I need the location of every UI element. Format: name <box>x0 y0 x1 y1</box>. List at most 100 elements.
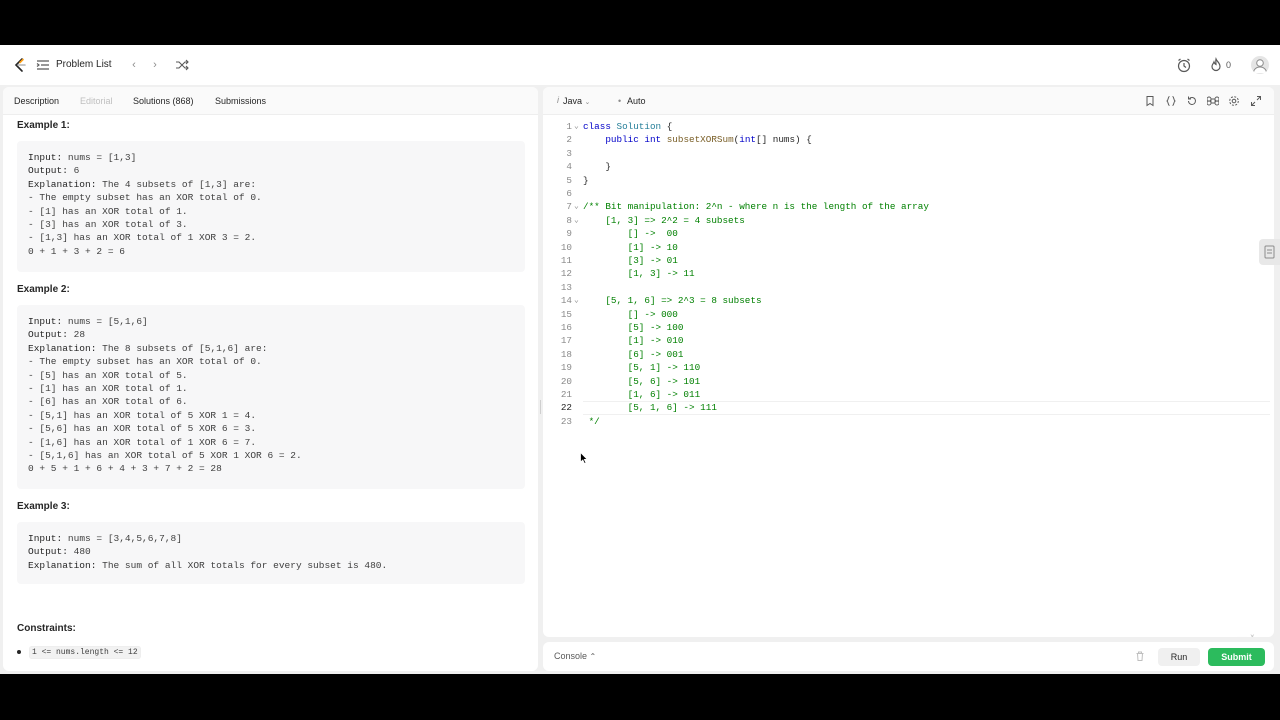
code-line[interactable]: 5} <box>543 174 1274 187</box>
code-line[interactable]: 10 [1] -> 10 <box>543 241 1274 254</box>
line-number: 2 <box>566 134 572 146</box>
code-text: class Solution { <box>583 120 672 133</box>
example-line: Input: nums = [5,1,6] <box>28 315 514 328</box>
code-line[interactable]: 7 ⌄ /** Bit manipulation: 2^n - where n is… <box>543 200 1274 213</box>
problem-list-label[interactable]: Problem List <box>56 59 112 70</box>
shortcuts-icon[interactable] <box>1207 95 1219 107</box>
code-line[interactable]: 23 */ <box>543 415 1274 428</box>
close-icon[interactable]: × <box>1250 632 1255 637</box>
description-panel: Description Editorial Solutions (868) Su… <box>3 87 538 671</box>
code-line[interactable]: 18 [6] -> 001 <box>543 348 1274 361</box>
line-number: 16 <box>560 322 572 333</box>
example-2-lines: Input: nums = [5,1,6] Output: 28 Explanati… <box>28 315 514 476</box>
code-editor-panel: i Java ⌄ • Auto 1 ⌄ class Solution {2 publ… <box>543 87 1274 637</box>
code-line[interactable]: 15 [] -> 000 <box>543 308 1274 321</box>
tab-submissions[interactable]: Submissions <box>215 96 266 106</box>
example-1-title: Example 1: <box>17 120 70 131</box>
example-line-value: - [5,6] has an XOR total of 5 XOR 6 = 3. <box>28 423 257 435</box>
code-token: [1, 3] => 2^2 = 4 subsets <box>583 214 745 226</box>
code-line[interactable]: 14 ⌄ [5, 1, 6] => 2^3 = 8 subsets <box>543 294 1274 307</box>
line-number: 8 <box>566 214 572 226</box>
code-line[interactable]: 21 [1, 6] -> 011 <box>543 388 1274 401</box>
line-number: 10 <box>560 241 572 253</box>
trash-icon[interactable] <box>1134 650 1146 662</box>
code-text: [5, 1, 6] => 2^3 = 8 subsets <box>583 294 762 307</box>
code-text: */ <box>583 415 600 428</box>
example-line-value: 480 <box>67 546 91 558</box>
example-line-key: Output: <box>28 165 68 177</box>
code-token: { <box>661 121 673 132</box>
constraints-title: Constraints: <box>17 623 76 634</box>
example-line: Explanation: The 8 subsets of [5,1,6] ar… <box>28 342 514 355</box>
code-line[interactable]: 6 <box>543 187 1274 200</box>
code-line[interactable]: 16 [5] -> 100 <box>543 321 1274 334</box>
fold-chevron-icon[interactable]: ⌄ <box>574 214 579 227</box>
example-line: - The empty subset has an XOR total of 0… <box>28 191 514 204</box>
code-token: [5, 1, 6] => 2^3 = 8 subsets <box>583 295 762 307</box>
code-token: } <box>583 161 611 173</box>
code-text: [1] -> 010 <box>583 334 684 347</box>
tab-description[interactable]: Description <box>14 96 59 106</box>
tab-solutions[interactable]: Solutions (868) <box>133 96 194 106</box>
example-line-value: - [6] has an XOR total of 6. <box>28 396 188 408</box>
code-token: [5] -> 100 <box>583 322 684 333</box>
code-text: [5, 1, 6] -> 111 <box>583 401 717 414</box>
example-line-value: - [3] has an XOR total of 3. <box>28 219 188 231</box>
alarm-clock-icon[interactable] <box>1176 57 1192 73</box>
line-number: 3 <box>566 147 572 159</box>
shuffle-icon[interactable] <box>175 58 189 72</box>
code-line[interactable]: 2 public int subsetXORSum(int[] nums) { <box>543 133 1274 146</box>
chevron-left-icon[interactable]: ‹ <box>127 56 141 74</box>
problem-list-icon[interactable] <box>36 58 50 72</box>
bookmark-icon[interactable] <box>1144 95 1156 107</box>
code-token: [] -> 000 <box>583 308 678 320</box>
format-braces-icon[interactable] <box>1165 95 1177 107</box>
chevron-right-icon[interactable]: › <box>148 56 162 74</box>
fold-chevron-icon[interactable]: ⌄ <box>574 294 579 307</box>
code-line[interactable]: 22 [5, 1, 6] -> 111 <box>543 401 1274 415</box>
submit-button[interactable]: Submit <box>1208 648 1265 666</box>
code-line[interactable]: 4 } <box>543 160 1274 173</box>
code-line[interactable]: 13 <box>543 281 1274 294</box>
fullscreen-icon[interactable] <box>1250 95 1262 107</box>
side-note-tab[interactable] <box>1259 239 1280 265</box>
language-select[interactable]: Java ⌄ <box>563 96 590 106</box>
code-line[interactable]: 11 [3] -> 01 <box>543 254 1274 267</box>
reset-icon[interactable] <box>1186 95 1198 107</box>
example-line: Explanation: The 4 subsets of [1,3] are: <box>28 178 514 191</box>
avatar[interactable] <box>1251 56 1269 74</box>
example-line: - [3] has an XOR total of 3. <box>28 218 514 231</box>
code-line[interactable]: 3 <box>543 147 1274 160</box>
code-line[interactable]: 20 [5, 6] -> 101 <box>543 375 1274 388</box>
code-token: [1] -> 010 <box>583 335 684 347</box>
console-label: Console <box>554 651 588 661</box>
tab-editorial[interactable]: Editorial <box>80 96 113 106</box>
mouse-cursor-icon <box>580 452 588 464</box>
top-nav: Problem List ‹ › 0 <box>0 45 1280 85</box>
example-line-key: Explanation: <box>28 178 97 190</box>
code-line[interactable]: 19 [5, 1] -> 110 <box>543 361 1274 374</box>
settings-gear-icon[interactable] <box>1228 95 1240 107</box>
auto-mode-label[interactable]: Auto <box>627 96 646 106</box>
fold-chevron-icon[interactable]: ⌄ <box>574 200 579 213</box>
code-line[interactable]: 8 ⌄ [1, 3] => 2^2 = 4 subsets <box>543 214 1274 227</box>
example-line-value: The 8 subsets of [5,1,6] are: <box>96 342 268 354</box>
lock-icon: • <box>618 96 622 106</box>
run-button[interactable]: Run <box>1158 648 1200 666</box>
code-line[interactable]: 1 ⌄ class Solution { <box>543 120 1274 133</box>
fold-chevron-icon[interactable]: ⌄ <box>574 120 579 133</box>
editor-toolbar: i Java ⌄ • Auto <box>543 87 1274 115</box>
code-icon: i <box>557 95 559 105</box>
panel-resize-handle[interactable] <box>539 400 542 414</box>
code-text: } <box>583 160 611 173</box>
example-line-key: Output: <box>28 546 68 558</box>
code-line[interactable]: 9 [] -> 00 <box>543 227 1274 240</box>
flame-icon[interactable] <box>1208 57 1224 73</box>
leetcode-logo-icon[interactable] <box>12 57 28 73</box>
example-line-value: - The empty subset has an XOR total of 0… <box>28 356 262 368</box>
console-toggle[interactable]: Console ⌃ <box>554 651 596 661</box>
constraint-code: 1 <= nums.length <= 12 <box>29 646 141 659</box>
example-line-value: The sum of all XOR totals for every subs… <box>96 559 388 571</box>
code-line[interactable]: 12 [1, 3] -> 11 <box>543 267 1274 280</box>
code-line[interactable]: 17 [1] -> 010 <box>543 334 1274 347</box>
